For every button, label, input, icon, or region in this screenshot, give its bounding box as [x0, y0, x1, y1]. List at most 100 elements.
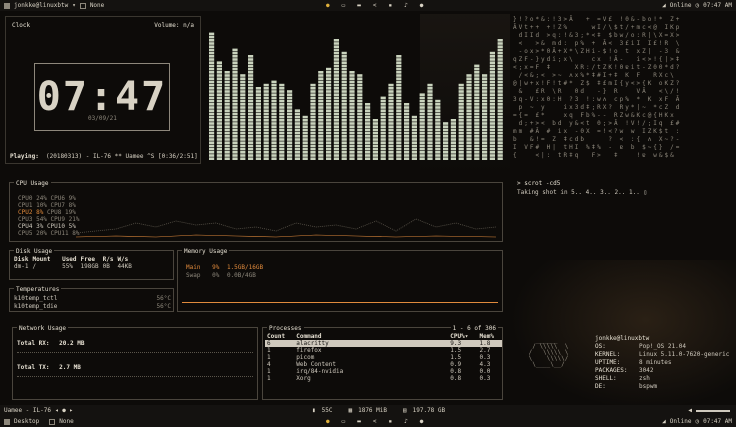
visualizer-bar-segment [263, 138, 269, 141]
visualizer-bar-segment [271, 109, 277, 112]
visualizer-bar-segment [482, 103, 488, 106]
visualizer-bar-segment [349, 157, 355, 160]
chat-icon[interactable]: ▪ [389, 2, 393, 9]
visualizer-bar-segment [248, 125, 254, 128]
process-row[interactable]: 1 firefox 1.5 2.7 [265, 347, 502, 354]
visualizer-bar-segment [279, 144, 285, 148]
proc-cell: 2.7 [479, 347, 491, 354]
visualizer-bar-segment [232, 151, 238, 154]
visualizer-bar-segment [248, 74, 254, 77]
visualizer-bar-segment [404, 106, 410, 109]
code-icon[interactable]: < [373, 418, 377, 425]
visualizer-bar-segment [357, 115, 363, 119]
visualizer-bar-segment [419, 151, 425, 154]
cpu-val: 9% [68, 195, 76, 202]
visualizer-bar-segment [474, 74, 480, 77]
process-row[interactable]: 1 irq/84-nvidia 0.8 0.0 [265, 368, 502, 375]
proc-col-command[interactable]: Command [294, 333, 448, 340]
process-row-selected[interactable]: 6 alacritty 9.3 1.8 [265, 340, 502, 347]
proc-cell: firefox [296, 347, 322, 354]
visualizer-bar-segment [302, 119, 308, 122]
visualizer-bar-segment [240, 128, 246, 132]
clock-pane: Clock Volume: n/a 07:47 03/09/21 Playing… [5, 16, 201, 164]
terminal-icon[interactable]: ▭ [342, 418, 346, 425]
disk-cell: / [32, 263, 37, 270]
visualizer-bar-segment [341, 151, 347, 154]
visualizer-bar-segment [357, 103, 363, 106]
volume-icon[interactable]: ◀ [688, 407, 692, 414]
neofetch-val: 3042 [639, 367, 654, 374]
visualizer-bar-segment [209, 119, 215, 122]
settings-icon[interactable]: ● [420, 418, 424, 425]
volume-slider[interactable] [696, 409, 730, 412]
folder-icon[interactable]: ▬ [357, 2, 361, 9]
visualizer-bar-segment [435, 144, 441, 148]
process-row[interactable]: 1 picom 1.5 0.3 [265, 354, 502, 361]
visualizer-bar-segment [349, 93, 355, 96]
bottom-temp: 55C [321, 407, 333, 414]
terminal-icon[interactable]: ▭ [342, 2, 346, 9]
visualizer-bar-segment [427, 125, 433, 128]
play-icon[interactable]: ◂ ● ▸ [55, 407, 73, 414]
visualizer-bar-segment [489, 83, 495, 87]
proc-col-cpu[interactable]: CPU%▾ [448, 333, 477, 340]
process-row[interactable]: 4 Web Content 0.9 4.3 [265, 361, 502, 368]
visualizer-bar-segment [232, 90, 238, 93]
visualizer-bar-segment [263, 96, 269, 100]
visualizer-bar-segment [443, 131, 449, 135]
cpu-line [76, 218, 496, 234]
visualizer-bar-segment [388, 90, 394, 93]
neofetch-val: 8 minutes [639, 359, 672, 366]
visualizer-bar-segment [388, 135, 394, 138]
top-right-segment: ◢ Online ◷ 07:47 AM [662, 2, 732, 9]
bottom-volume-segment: ◀ [688, 407, 730, 414]
visualizer-bar-segment [216, 138, 222, 141]
visualizer-bar-segment [489, 103, 495, 106]
chat-icon[interactable]: ▪ [389, 418, 393, 425]
visualizer-bar-segment [232, 77, 238, 80]
visualizer-bar-segment [232, 119, 238, 122]
visualizer-bar-segment [263, 151, 269, 154]
workspace-dot-icon[interactable]: ● [326, 2, 330, 9]
top-user[interactable]: jonkke@linuxbtw [14, 2, 68, 9]
proc-col-count[interactable]: Count [265, 333, 294, 340]
visualizer-bar-segment [341, 67, 347, 71]
visualizer-bar-segment [443, 151, 449, 154]
process-row[interactable]: 1 Xorg 0.8 0.3 [265, 375, 502, 382]
visualizer-bar-segment [388, 99, 394, 103]
visualizer-bar-segment [333, 128, 339, 132]
visualizer-bar-segment [318, 119, 324, 122]
visualizer-bar-segment [396, 67, 402, 71]
proc-col-mem[interactable]: Mem% [478, 333, 503, 340]
visualizer-bar-segment [497, 45, 503, 48]
workspace-dot-icon[interactable]: ● [326, 418, 330, 425]
visualizer-bar-segment [357, 138, 363, 141]
music-icon[interactable]: ♪ [404, 2, 408, 9]
visualizer-bar-segment [489, 125, 495, 128]
music-icon[interactable]: ♪ [404, 418, 408, 425]
processes-table: Count Command CPU%▾ Mem% 6 alacritty 9.3… [265, 333, 502, 382]
visualizer-bar-segment [318, 122, 324, 125]
folder-icon[interactable]: ▬ [357, 418, 361, 425]
code-icon[interactable]: < [373, 2, 377, 9]
visualizer-bar-segment [310, 99, 316, 103]
cpu-row: CPU4 3% CPU10 5% [18, 223, 79, 230]
visualizer-bar-segment [396, 87, 402, 90]
visualizer-bar-segment [497, 131, 503, 135]
bottom-desktop[interactable]: Desktop [14, 418, 39, 425]
neofetch-row: UPTIME: 8 minutes [595, 359, 729, 367]
top-bar: jonkke@linuxbtw ▾ None ● ▭ ▬ < ▪ ♪ ● ◢ O… [0, 0, 736, 11]
visualizer-bar-segment [357, 112, 363, 116]
visualizer-bar-segment [333, 141, 339, 144]
visualizer-bar-segment [263, 99, 269, 103]
top-session[interactable]: None [90, 2, 104, 9]
settings-icon[interactable]: ● [420, 2, 424, 9]
visualizer-bar-segment [287, 96, 293, 100]
bottom-music[interactable]: Uamee - IL-76 [4, 407, 51, 414]
visualizer-bar-segment [326, 109, 332, 112]
visualizer-bar-segment [497, 119, 503, 122]
terminal-pane[interactable]: > scrot -cd5 Taking shot in 5.. 4.. 3.. … [517, 180, 731, 260]
visualizer-bar-segment [255, 131, 261, 135]
bottom-session[interactable]: None [59, 418, 73, 425]
visualizer-bar-segment [224, 147, 230, 151]
